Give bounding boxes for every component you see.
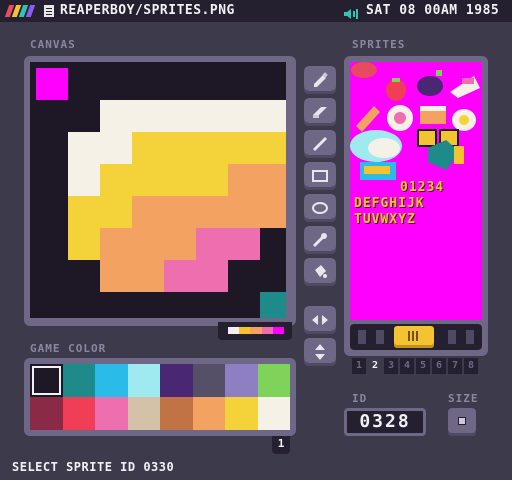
canvas-frame [24,56,296,326]
scroll-notch [358,330,366,344]
pixel-canvas[interactable] [30,62,286,318]
canvas-pixel-block [100,164,228,196]
color-swatch[interactable] [62,364,95,397]
sprite-bank-tabs: 12345678 [352,358,482,376]
scroll-thumb[interactable] [394,326,434,348]
canvas-pixel-block [196,228,260,260]
sprite-bank-tab[interactable]: 7 [448,358,462,374]
sprite-sheet-scrollbar[interactable] [350,324,482,350]
paint-bucket-icon [315,265,327,278]
pencil-icon [314,72,328,87]
file-icon [44,5,54,17]
eyedropper-tool-button[interactable] [304,226,336,254]
scroll-notch [376,330,384,344]
status-bar: SELECT SPRITE ID 0330 [12,460,175,474]
eraser-icon [313,107,327,118]
sprite-id-field[interactable]: 0328 [344,408,426,436]
palette-page-tab[interactable]: 1 [272,436,290,454]
color-swatch[interactable] [257,364,290,397]
canvas-label: CANVAS [30,38,76,51]
ellipse-tool-button[interactable] [304,194,336,222]
sprite-bank-tab[interactable]: 8 [464,358,478,374]
top-bar: REAPERBOY/SPRITES.PNG SAT 08 00AM 1985 [0,0,512,22]
flip-horizontal-button[interactable] [304,306,336,334]
speaker-icon[interactable] [344,5,360,19]
line-icon [312,136,328,152]
flip-vertical-button[interactable] [304,338,336,366]
rectangle-icon [312,170,328,182]
game-color-label: GAME COLOR [30,342,107,355]
color-swatch[interactable] [62,397,95,430]
sprite-bank-tab[interactable]: 3 [384,358,398,374]
sprite-sheet-frame: 01234 DEFGHIJK TUVWXYZ [344,56,488,356]
canvas-pixel-block [164,260,228,292]
color-swatch[interactable] [127,397,160,430]
canvas-pixel-block [260,292,286,318]
sprite-bank-tab[interactable]: 2 [368,358,382,374]
rectangle-tool-button[interactable] [304,162,336,190]
sprite-letters-row: TUVWXYZ [354,212,416,227]
color-swatch[interactable] [225,364,258,397]
sprite-letters-row: DEFGHIJK [354,196,425,211]
scroll-notch [448,330,456,344]
color-grid [30,364,290,430]
canvas-pixel-block [100,100,286,132]
mini-palette-swatch [272,327,285,334]
line-tool-button[interactable] [304,130,336,158]
mini-palette [228,327,285,334]
mini-palette-swatch [239,327,251,334]
canvas-pixel-block [132,132,286,164]
mini-palette-swatch [261,327,273,334]
color-swatch[interactable] [160,397,193,430]
sprite-bank-tab[interactable]: 6 [432,358,446,374]
sprite-size-button[interactable] [448,408,476,436]
color-swatch[interactable] [192,397,225,430]
clock: SAT 08 00AM 1985 [366,3,500,18]
canvas-pixel-block [132,196,286,228]
sprite-bank-tab[interactable]: 4 [400,358,414,374]
food-sprites-icon [350,62,480,180]
ellipse-icon [312,202,328,214]
color-swatch[interactable] [30,397,63,430]
flip-horizontal-icon [312,315,328,325]
fill-tool-button[interactable] [304,258,336,286]
canvas-pixel-block [228,164,286,196]
color-swatch[interactable] [192,364,225,397]
sprite-letters-row: 01234 [400,180,445,195]
sprite-bank-tab[interactable]: 1 [352,358,366,374]
sprite-bank-tab[interactable]: 5 [416,358,430,374]
canvas-pixel-block [36,68,68,100]
eraser-tool-button[interactable] [304,98,336,126]
eyedropper-icon [312,233,327,248]
pencil-tool-button[interactable] [304,66,336,94]
mini-palette-swatch [228,327,240,334]
color-swatch[interactable] [160,364,193,397]
app-logo-icon [4,5,38,17]
mini-palette-swatch [250,327,262,334]
scroll-notch [466,330,474,344]
color-swatch[interactable] [30,364,63,397]
color-swatch[interactable] [95,397,128,430]
game-color-palette [24,358,296,436]
id-label: ID [352,392,368,405]
color-swatch[interactable] [95,364,128,397]
file-name: REAPERBOY/SPRITES.PNG [60,3,235,18]
color-swatch[interactable] [257,397,290,430]
canvas-color-strip [218,322,292,340]
flip-vertical-icon [315,344,325,360]
size-label: SIZE [448,392,479,405]
sprites-label: SPRITES [352,38,406,51]
sprite-sheet[interactable]: 01234 DEFGHIJK TUVWXYZ [350,62,482,320]
color-swatch[interactable] [225,397,258,430]
color-swatch[interactable] [127,364,160,397]
